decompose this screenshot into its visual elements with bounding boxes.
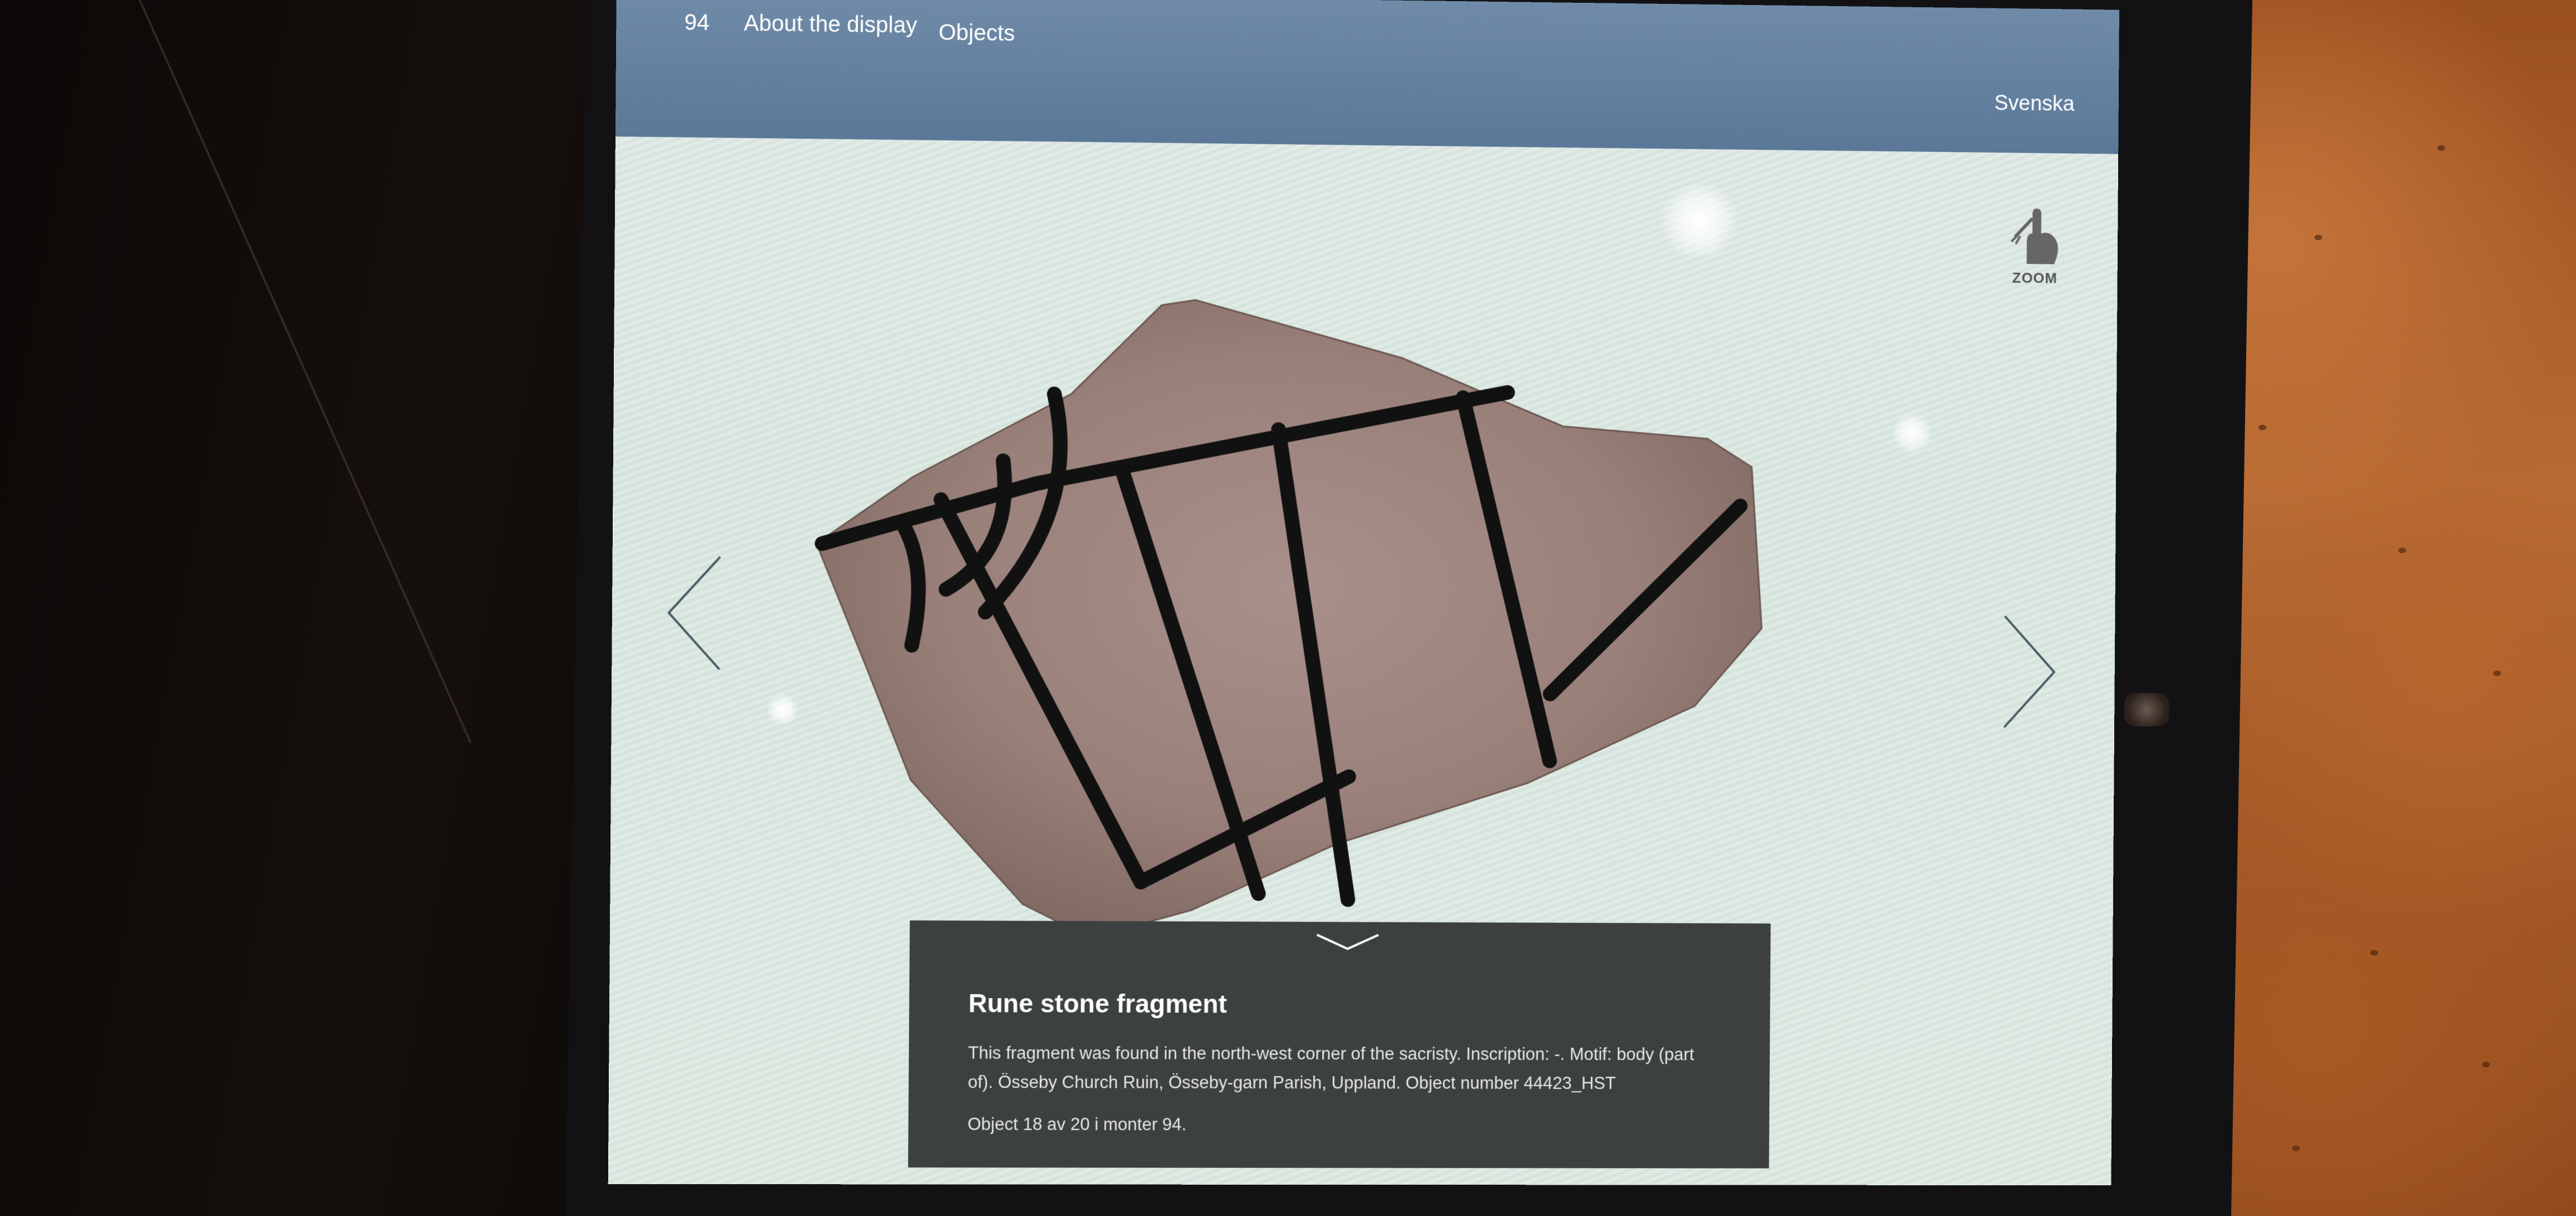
bezel-mount [2124, 693, 2169, 726]
zoom-hint[interactable]: ZOOM [2002, 203, 2068, 287]
screen-glare [766, 693, 799, 726]
previous-arrow-icon[interactable] [662, 554, 726, 675]
rune-stone-image[interactable] [797, 274, 1864, 952]
nav-objects[interactable]: Objects [939, 20, 1015, 46]
screen-glare [1655, 184, 1744, 257]
zoom-label: ZOOM [2012, 269, 2058, 287]
object-description: This fragment was found in the north-wes… [968, 1043, 1694, 1093]
next-arrow-icon[interactable] [1999, 614, 2060, 733]
object-title: Rune stone fragment [968, 988, 1227, 1019]
screen-glare [1890, 414, 1934, 453]
museum-photo: 94 About the display Objects Svenska ZOO… [0, 0, 2576, 1216]
kiosk-screen: 94 About the display Objects Svenska ZOO… [608, 0, 2119, 1186]
top-navigation-bar: 94 About the display Objects Svenska [615, 0, 2119, 154]
pinch-zoom-hand-icon [2005, 208, 2058, 264]
nav-about-display[interactable]: About the display [744, 11, 917, 38]
object-info-panel: Rune stone fragment This fragment was fo… [908, 920, 1771, 1168]
object-count: Object 18 av 20 i monter 94. [967, 1114, 1187, 1134]
dark-wall [0, 0, 643, 1216]
chevron-down-icon[interactable] [1314, 932, 1381, 954]
language-switch[interactable]: Svenska [1994, 92, 2075, 116]
display-number[interactable]: 94 [684, 10, 709, 36]
